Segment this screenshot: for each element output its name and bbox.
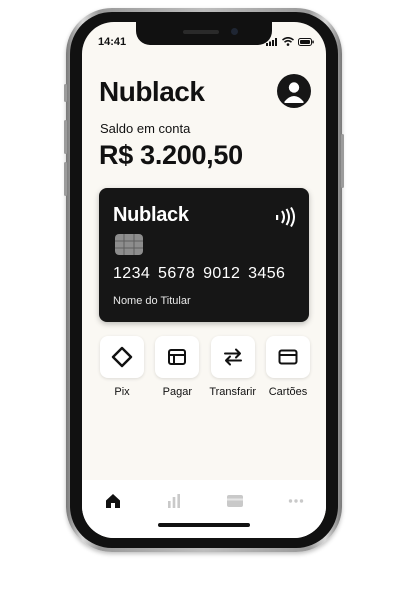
- volume-down-button: [64, 162, 67, 196]
- action-transferir-tile[interactable]: [210, 336, 255, 378]
- transfer-arrows-icon: [223, 348, 242, 366]
- bottom-nav: [82, 480, 326, 538]
- card-number: 1234 5678 9012 3456: [113, 265, 286, 282]
- action-pix-tile[interactable]: [100, 336, 144, 378]
- app-title: Nublack: [99, 76, 205, 107]
- action-transferir[interactable]: Transfarir: [207, 336, 259, 398]
- action-cartoes-label: Cartões: [268, 386, 308, 398]
- card-brand: Nublack: [113, 204, 189, 226]
- action-pix-label: Pix: [114, 386, 130, 398]
- front-camera: [231, 28, 238, 35]
- battery-icon: [298, 37, 314, 46]
- balance-value: R$ 3.200,50: [99, 140, 243, 170]
- home-icon: [105, 494, 120, 508]
- nav-chart[interactable]: [154, 492, 194, 510]
- card-chip-icon: [115, 234, 143, 255]
- action-pagar[interactable]: Pagar: [151, 336, 203, 398]
- stage: 14:41 Nublack Saldo em conta R$ 3.200,50…: [0, 0, 408, 612]
- contactless-icon: [276, 207, 295, 227]
- quick-actions: Pix Pagar Transfarir Cartões: [96, 336, 314, 398]
- nav-more[interactable]: [276, 492, 316, 510]
- volume-up-button: [64, 120, 67, 154]
- phone-screen: 14:41 Nublack Saldo em conta R$ 3.200,50…: [82, 22, 326, 538]
- nav-wallet[interactable]: [215, 492, 255, 510]
- action-cartoes[interactable]: Cartões: [262, 336, 314, 398]
- mute-switch: [64, 84, 67, 102]
- status-icons: [266, 37, 314, 46]
- action-cartoes-tile[interactable]: [265, 336, 310, 378]
- more-icon: [288, 499, 303, 503]
- nav-home[interactable]: [93, 492, 133, 510]
- balance-label: Saldo em conta: [100, 121, 191, 136]
- home-indicator[interactable]: [158, 523, 250, 527]
- status-time: 14:41: [98, 36, 127, 48]
- notch: [136, 22, 272, 45]
- card-icon: [278, 349, 298, 365]
- action-pix[interactable]: Pix: [96, 336, 148, 398]
- pix-icon: [111, 346, 133, 368]
- chart-icon: [167, 494, 180, 508]
- card-holder-name: Nome do Titular: [113, 295, 191, 307]
- credit-card[interactable]: Nublack 1234 5678 9012 3456 Nome do Titu…: [99, 188, 309, 322]
- user-avatar-icon[interactable]: [277, 74, 311, 108]
- action-pagar-label: Pagar: [162, 386, 192, 398]
- wifi-icon: [282, 37, 294, 46]
- action-pagar-tile[interactable]: [155, 336, 200, 378]
- signal-icon: [266, 37, 277, 46]
- speaker-grille: [183, 30, 219, 34]
- power-button: [341, 134, 344, 188]
- wallet-icon: [226, 495, 243, 507]
- action-transferir-label: Transfarir: [209, 386, 256, 398]
- barcode-pay-icon: [168, 349, 187, 365]
